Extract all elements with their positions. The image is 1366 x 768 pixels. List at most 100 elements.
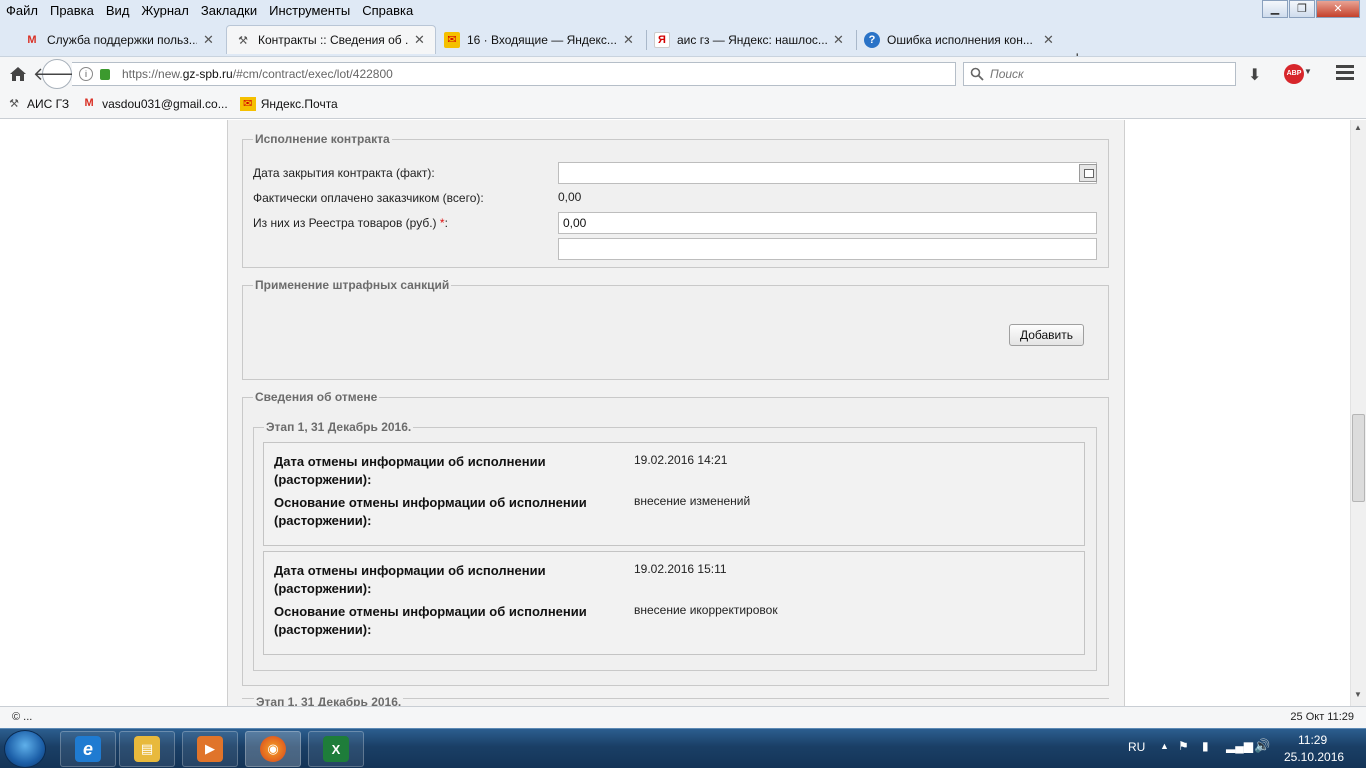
language-indicator[interactable]: RU [1128,740,1145,754]
close-window-button[interactable]: ✕ [1316,0,1360,18]
close-tab-icon[interactable]: ✕ [414,32,425,48]
search-icon [970,67,984,81]
close-date-field[interactable] [558,162,1097,184]
menu-history[interactable]: Журнал [135,3,194,18]
bookmarks-bar: ⚒ АИС ГЗ M vasdou031@gmail.co... ✉ Яндек… [0,90,1366,119]
menu-view[interactable]: Вид [100,3,136,18]
cancel-date-value: 19.02.2016 15:11 [634,562,727,576]
excel-icon: X [323,736,349,762]
tray-expand-icon[interactable]: ▲ [1160,741,1169,751]
bookmark-gmail[interactable]: M vasdou031@gmail.co... [81,97,228,111]
tab-title: 16 · Входящие — Яндекс.... [467,32,617,47]
cancellation-record: Дата отмены информации об исполнении (ра… [263,442,1085,546]
cancel-reason-label: Основание отмены информации об исполнени… [274,604,587,637]
calendar-icon[interactable] [1079,164,1097,182]
chevron-down-icon[interactable]: ▼ [1304,67,1312,76]
scroll-down-icon[interactable]: ▼ [1354,690,1362,699]
paid-total-label: Фактически оплачено заказчиком (всего): [253,191,484,205]
signal-icon[interactable]: ▂▄▆ [1226,739,1253,753]
url-text[interactable]: https://new.gz-spb.ru/#cm/contract/exec/… [122,67,393,81]
battery-icon[interactable]: ▮ [1202,739,1209,753]
adblock-icon[interactable]: ABP [1284,64,1304,84]
info-icon[interactable]: i [79,67,93,81]
start-button[interactable] [4,730,46,768]
window-controls: ▁ ❐ ✕ [1261,0,1360,18]
volume-icon[interactable]: 🔊 [1254,738,1270,754]
tab-bar: M Служба поддержки польз... ✕ ⚒ Контракт… [0,20,1366,68]
internet-explorer-icon: e [75,736,101,762]
maximize-button[interactable]: ❐ [1289,0,1315,18]
media-player-icon: ▶ [197,736,223,762]
add-penalty-button[interactable]: Добавить [1009,324,1084,346]
tab-contracts[interactable]: ⚒ Контракты :: Сведения об ... ✕ [226,25,436,54]
menu-file[interactable]: Файл [0,3,44,18]
menu-bookmarks[interactable]: Закладки [195,3,263,18]
bookmark-label: Яндекс.Почта [260,97,338,111]
menu-help[interactable]: Справка [356,3,419,18]
cancellation-legend: Сведения об отмене [255,390,378,404]
registry-amount-field[interactable] [558,212,1097,234]
taskbar-media-player[interactable]: ▶ [182,731,238,767]
taskbar-ie[interactable]: e [60,731,116,767]
lock-icon [100,68,110,80]
tab-title: Контракты :: Сведения об ... [258,33,408,47]
network-icon[interactable]: ⚑ [1178,739,1189,753]
penalties-legend: Применение штрафных санкций [255,278,450,292]
navigation-bar: 🡐 i https://new.gz-spb.ru/#cm/contract/e… [0,56,1366,90]
home-icon[interactable] [8,64,28,84]
menu-icon[interactable] [1336,65,1354,83]
clock-date[interactable]: 25.10.2016 [1284,750,1344,764]
yandex-mail-icon: ✉ [239,97,256,111]
address-bar[interactable]: i https://new.gz-spb.ru/#cm/contract/exe… [72,62,1017,86]
tab-error[interactable]: ? Ошибка исполнения кон... ✕ [856,25,1066,54]
penalties-section: Применение штрафных санкций Добавить [242,278,1109,380]
vertical-scrollbar[interactable]: ▲ ▼ [1350,120,1366,706]
execution-legend: Исполнение контракта [255,132,390,146]
registry-label: Из них из Реестра товаров (руб.) *: [253,216,448,230]
close-date-label: Дата закрытия контракта (факт): [253,166,435,180]
scrollbar-thumb[interactable] [1352,414,1365,502]
stage-section: Этап 1, 31 Декабрь 2016. Дата отмены инф… [253,420,1097,671]
cancellation-section: Сведения об отмене Этап 1, 31 Декабрь 20… [242,390,1109,686]
yandex-mail-icon: ✉ [444,31,460,48]
bookmark-ais-gz[interactable]: ⚒ АИС ГЗ [6,97,69,111]
gmail-icon: M [27,33,37,46]
close-tab-icon[interactable]: ✕ [833,32,844,48]
tab-title: Служба поддержки польз... [47,32,197,47]
page-viewport: Исполнение контракта Дата закрытия контр… [0,120,1350,706]
taskbar-explorer[interactable]: ▤ [119,731,175,767]
bookmark-yandex-mail[interactable]: ✉ Яндекс.Почта [239,97,338,111]
clock-time[interactable]: 11:29 [1298,733,1327,747]
download-icon[interactable]: ⬇ [1248,65,1261,85]
help-icon: ? [864,31,880,48]
search-box[interactable] [963,62,1236,86]
taskbar: e ▤ ▶ ◉ X RU ▲ ⚑ ▮ ▂▄▆ 🔊 11:29 25.10.201… [0,728,1366,768]
page-container: Исполнение контракта Дата закрытия контр… [227,120,1125,706]
close-tab-icon[interactable]: ✕ [203,32,214,48]
minimize-button[interactable]: ▁ [1262,0,1288,18]
cancel-date-label: Дата отмены информации об исполнении (ра… [274,454,546,487]
taskbar-excel[interactable]: X [308,731,364,767]
file-explorer-icon: ▤ [134,736,160,762]
scroll-up-icon[interactable]: ▲ [1354,123,1362,132]
close-tab-icon[interactable]: ✕ [623,32,634,48]
cancellation-record: Дата отмены информации об исполнении (ра… [263,551,1085,655]
tab-yandex-search[interactable]: Я аис гз — Яндекс: нашлос... ✕ [646,25,856,54]
extra-field[interactable] [558,238,1097,260]
menu-edit[interactable]: Правка [44,3,100,18]
yandex-icon: Я [654,31,670,48]
menu-tools[interactable]: Инструменты [263,3,356,18]
cancel-date-value: 19.02.2016 14:21 [634,453,728,467]
stage-legend: Этап 1, 31 Декабрь 2016. [266,420,412,434]
tab-title: аис гз — Яндекс: нашлос... [677,32,827,47]
search-input[interactable] [990,67,1220,81]
back-button[interactable]: 🡐 [33,59,81,89]
close-tab-icon[interactable]: ✕ [1043,32,1054,48]
tab-support[interactable]: M Служба поддержки польз... ✕ [16,25,226,54]
cancel-reason-value: внесение икорректировок [634,603,778,617]
execution-section: Исполнение контракта Дата закрытия контр… [242,132,1109,268]
tab-yandex-mail[interactable]: ✉ 16 · Входящие — Яндекс.... ✕ [436,25,646,54]
taskbar-firefox[interactable]: ◉ [245,731,301,767]
cancel-reason-value: внесение изменений [634,494,751,508]
status-bar: © ... 25 Окт 11:29 [0,706,1366,728]
